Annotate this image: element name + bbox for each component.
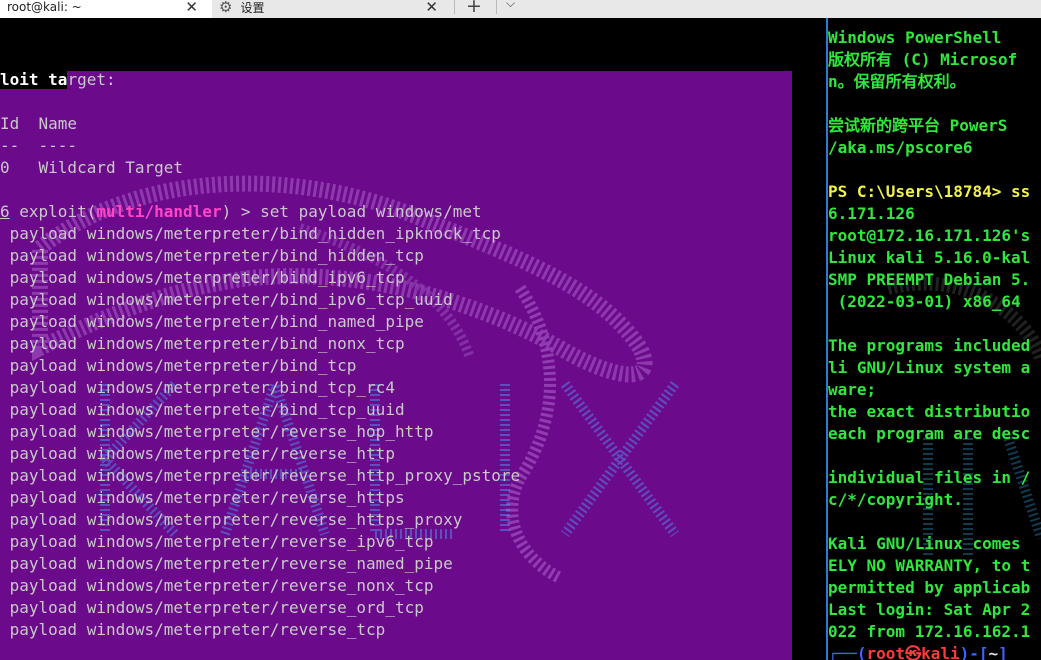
terminal-line: 022 from 172.16.162.1 xyxy=(828,622,1031,641)
payload-line: payload windows/meterpreter/reverse_http… xyxy=(0,488,405,507)
payload-line: payload windows/meterpreter/reverse_ord_… xyxy=(0,598,424,617)
new-tab-plus-icon[interactable]: + xyxy=(466,0,482,17)
terminal-line: root@172.16.171.126's xyxy=(828,226,1031,245)
terminal-module: multi/handler xyxy=(96,202,222,221)
terminal-text: -- ---- xyxy=(0,136,78,155)
terminal-line: individual files in / xyxy=(828,468,1031,487)
terminal-line: ware; xyxy=(828,380,877,399)
terminal-line: 6.171.126 xyxy=(828,204,915,223)
payload-line: payload windows/meterpreter/bind_nonx_tc… xyxy=(0,334,405,353)
terminal-lines: Windows PowerShell 版权所有 (C) Microsof n。保… xyxy=(828,28,1017,157)
payload-line: payload windows/meterpreter/bind_hidden_… xyxy=(0,224,501,243)
payload-line: payload windows/meterpreter/bind_tcp_uui… xyxy=(0,400,405,419)
tab-separator xyxy=(496,0,497,14)
terminal-output-left: loit target: Id Name -- ---- 0 Wildcard … xyxy=(0,69,520,641)
tab-bar: root@kali: ~ ✕ ⚙ 设置 ✕ + ⌵ xyxy=(0,0,1041,18)
close-icon[interactable]: ✕ xyxy=(425,0,438,16)
terminal-line: Windows PowerShell xyxy=(828,28,1002,47)
terminal-line: The programs included xyxy=(828,336,1031,355)
terminal-line: Linux kali 5.16.0-kal xyxy=(828,248,1031,267)
terminal-line: SMP PREEMPT Debian 5. xyxy=(828,270,1031,289)
tab-label: 设置 xyxy=(240,0,265,15)
terminal-text: rget: xyxy=(67,70,116,89)
payload-line: payload windows/meterpreter/bind_tcp xyxy=(0,356,357,375)
tab-separator xyxy=(454,0,455,14)
ps-command: ss xyxy=(1011,182,1031,201)
prompt-user: root㉿kali xyxy=(866,644,960,660)
prompt-bracket: ┌──( xyxy=(828,644,867,660)
payload-line: payload windows/meterpreter/bind_hidden_… xyxy=(0,246,424,265)
terminal-text: 0 Wildcard Target xyxy=(0,158,184,177)
payload-line: payload windows/meterpreter/reverse_hop_… xyxy=(0,422,434,441)
terminal-line: Last login: Sat Apr 2 xyxy=(828,600,1031,619)
terminal-text: exploit( xyxy=(9,202,97,221)
payload-line: payload windows/meterpreter/reverse_name… xyxy=(0,554,453,573)
close-icon[interactable]: ✕ xyxy=(185,0,198,16)
payload-line: payload windows/meterpreter/reverse_http xyxy=(0,444,395,463)
terminal-lines: 6.171.126 root@172.16.171.126's Linux ka… xyxy=(828,204,1030,641)
tab-label: root@kali: ~ xyxy=(7,0,82,14)
payload-line: payload windows/meterpreter/reverse_nonx… xyxy=(0,576,434,595)
terminal-text: loit ta xyxy=(0,70,68,89)
terminal-text: Id Name xyxy=(0,114,78,133)
tab-settings[interactable]: ⚙ 设置 ✕ xyxy=(212,0,452,18)
terminal-line: each program are desc xyxy=(828,424,1031,443)
terminal-line: /aka.ms/pscore6 xyxy=(828,138,973,157)
tab-root-kali[interactable]: root@kali: ~ ✕ xyxy=(0,0,212,18)
gear-icon: ⚙ xyxy=(219,0,233,16)
prompt-bracket: )-[ xyxy=(959,644,989,660)
terminal-line: the exact distributio xyxy=(828,402,1031,421)
terminal-line: n。保留所有权利。 xyxy=(828,72,966,91)
payload-line: payload windows/meterpreter/reverse_http… xyxy=(0,510,463,529)
terminal-line: permitted by applicab xyxy=(828,578,1031,597)
payload-line: payload windows/meterpreter/reverse_ipv6… xyxy=(0,532,434,551)
ps-prompt: PS C:\Users\18784> xyxy=(828,182,1012,201)
terminal-text: 6 xyxy=(0,202,10,221)
payload-line: payload windows/meterpreter/bind_ipv6_tc… xyxy=(0,290,453,309)
terminal-text: ) > set payload windows/met xyxy=(221,202,482,221)
prompt-bracket: ] xyxy=(998,644,1008,660)
payload-line: payload windows/meterpreter/reverse_tcp xyxy=(0,620,386,639)
terminal-line: 版权所有 (C) Microsof xyxy=(828,50,1018,69)
left-terminal-pane[interactable]: loit target: Id Name -- ---- 0 Wildcard … xyxy=(0,18,826,660)
payload-list: payload windows/meterpreter/bind_hidden_… xyxy=(0,224,521,639)
chevron-down-icon[interactable]: ⌵ xyxy=(506,0,515,11)
terminal-line: li GNU/Linux system a xyxy=(828,358,1031,377)
terminal-output-right: Windows PowerShell 版权所有 (C) Microsof n。保… xyxy=(828,27,1030,660)
prompt-dir: ~ xyxy=(988,644,999,660)
payload-line: payload windows/meterpreter/reverse_http… xyxy=(0,466,521,485)
payload-line: payload windows/meterpreter/bind_tcp_rc4 xyxy=(0,378,395,397)
payload-line: payload windows/meterpreter/bind_named_p… xyxy=(0,312,424,331)
terminal-line: ELY NO WARRANTY, to t xyxy=(828,556,1031,575)
right-terminal-pane[interactable]: Windows PowerShell 版权所有 (C) Microsof n。保… xyxy=(828,18,1041,660)
terminal-line: 尝试新的跨平台 PowerS xyxy=(828,116,1008,135)
terminal-line: c/*/copyright. xyxy=(828,490,963,509)
terminal-line: Kali GNU/Linux comes xyxy=(828,534,1021,553)
payload-line: payload windows/meterpreter/bind_ipv6_tc… xyxy=(0,268,405,287)
terminal-line: (2022-03-01) x86_64 xyxy=(828,292,1021,311)
